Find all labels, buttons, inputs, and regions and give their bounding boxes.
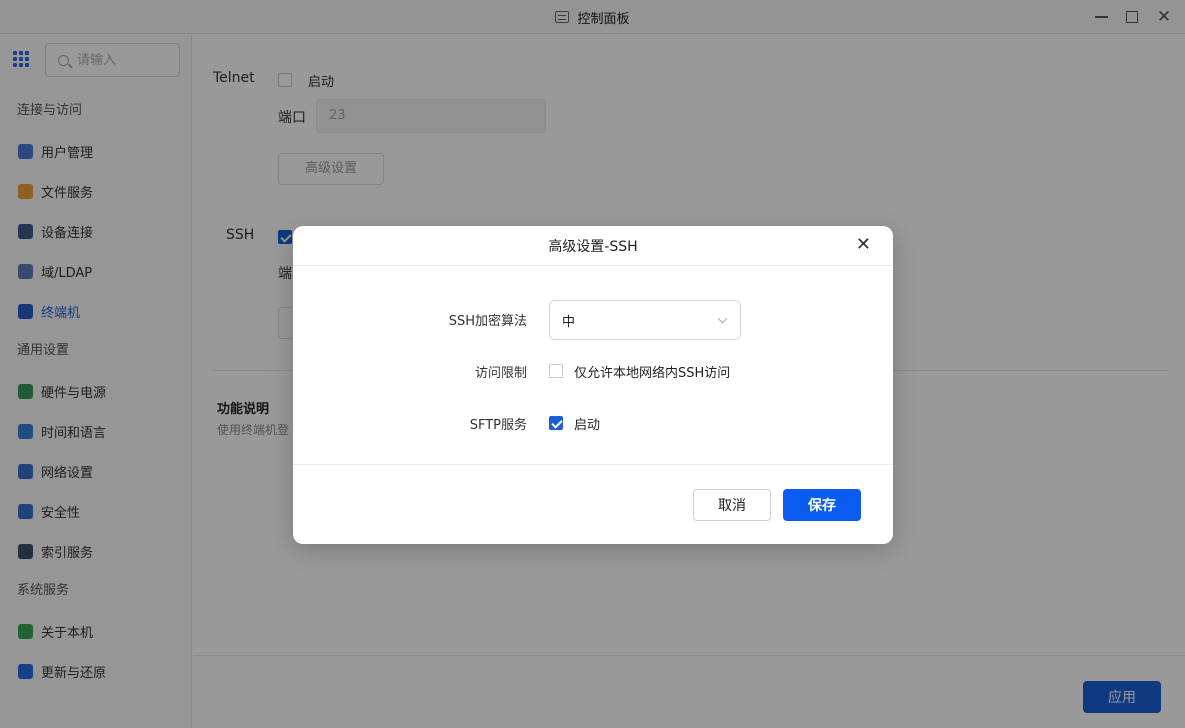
cipher-value: 中 xyxy=(562,314,576,330)
access-label: 访问限制 xyxy=(474,366,527,381)
dialog-body: SSH加密算法 中 访问限制 仅允许本地网络内SSH访问 SFTP服务 启动 xyxy=(293,266,893,465)
ssh-advanced-dialog: 高级设置-SSH ✕ SSH加密算法 中 访问限制 仅允许本地网络内SSH访问 … xyxy=(293,226,893,544)
chevron-down-icon xyxy=(717,313,728,324)
dialog-close-icon[interactable]: ✕ xyxy=(856,236,871,254)
local-only-checkbox[interactable] xyxy=(549,364,563,378)
dialog-header: 高级设置-SSH ✕ xyxy=(293,226,893,266)
sftp-enable-label[interactable]: 启动 xyxy=(574,414,600,433)
sftp-enable-checkbox[interactable] xyxy=(549,416,563,430)
save-button[interactable]: 保存 xyxy=(783,489,861,521)
local-only-label[interactable]: 仅允许本地网络内SSH访问 xyxy=(574,362,730,381)
dialog-footer: 取消 保存 xyxy=(293,465,893,543)
cancel-button[interactable]: 取消 xyxy=(693,489,771,521)
dialog-title: 高级设置-SSH xyxy=(548,238,638,255)
sftp-label: SFTP服务 xyxy=(469,418,527,433)
cipher-label: SSH加密算法 xyxy=(448,314,527,329)
cipher-select[interactable]: 中 xyxy=(549,300,741,340)
